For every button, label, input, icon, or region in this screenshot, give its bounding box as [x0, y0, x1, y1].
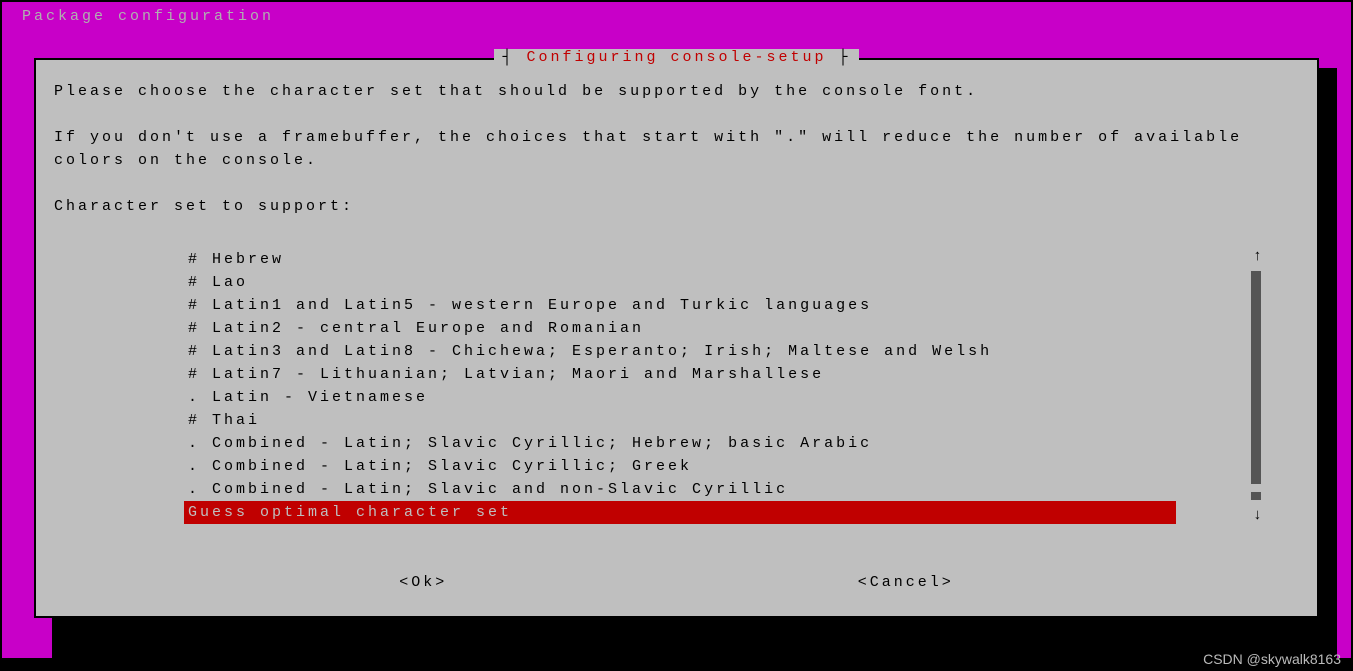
list-item[interactable]: # Thai: [184, 409, 1184, 432]
terminal-background: Package configuration ┤ Configuring cons…: [0, 0, 1353, 660]
ok-button[interactable]: <Ok>: [399, 574, 447, 591]
dialog-title: ┤ Configuring console-setup ├: [494, 49, 858, 66]
list-item[interactable]: # Latin7 - Lithuanian; Latvian; Maori an…: [184, 363, 1184, 386]
watermark: CSDN @skywalk8163: [1203, 651, 1341, 667]
instruction-line-1: Please choose the character set that sho…: [54, 80, 1299, 103]
list-item[interactable]: # Latin1 and Latin5 - western Europe and…: [184, 294, 1184, 317]
instruction-line-2: If you don't use a framebuffer, the choi…: [54, 126, 1299, 172]
list-item[interactable]: # Lao: [184, 271, 1184, 294]
scroll-up-arrow[interactable]: ↑: [1253, 248, 1265, 265]
scroll-down-arrow[interactable]: ↓: [1253, 507, 1265, 524]
list-item[interactable]: . Combined - Latin; Slavic Cyrillic; Gre…: [184, 455, 1184, 478]
scrollbar-track[interactable]: [1251, 271, 1261, 484]
list-item[interactable]: Guess optimal character set: [184, 501, 1176, 524]
list-item[interactable]: # Latin2 - central Europe and Romanian: [184, 317, 1184, 340]
charset-list[interactable]: # Hebrew# Lao# Latin1 and Latin5 - weste…: [184, 248, 1184, 524]
package-config-header: Package configuration: [2, 2, 1351, 31]
list-item[interactable]: # Latin3 and Latin8 - Chichewa; Esperant…: [184, 340, 1184, 363]
config-dialog: ┤ Configuring console-setup ├ Please cho…: [34, 58, 1319, 618]
prompt-label: Character set to support:: [54, 195, 1299, 218]
cancel-button[interactable]: <Cancel>: [858, 574, 954, 591]
scrollbar-thumb[interactable]: [1251, 492, 1261, 500]
list-item[interactable]: . Latin - Vietnamese: [184, 386, 1184, 409]
list-item[interactable]: . Combined - Latin; Slavic Cyrillic; Heb…: [184, 432, 1184, 455]
list-item[interactable]: # Hebrew: [184, 248, 1184, 271]
list-item[interactable]: . Combined - Latin; Slavic and non-Slavi…: [184, 478, 1184, 501]
